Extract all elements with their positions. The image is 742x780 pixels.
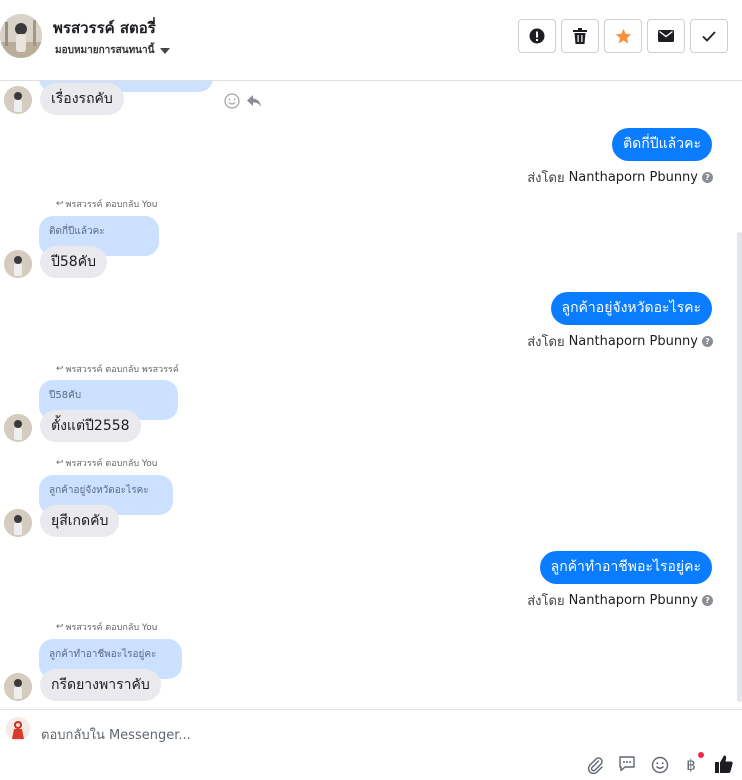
sent-by-label: ส่งโดย (527, 171, 565, 186)
payment-button[interactable]: ฿ (680, 752, 704, 776)
outgoing-message[interactable]: ลูกค้าอยู่จังหวัดอะไรคะ (550, 292, 712, 325)
incoming-message[interactable]: ปี58คับ (40, 246, 107, 278)
trash-icon (573, 28, 587, 44)
mark-unread-button[interactable] (647, 19, 685, 53)
smiley-icon (651, 756, 669, 774)
thumbs-up-icon (715, 755, 733, 773)
delete-button[interactable] (561, 19, 599, 53)
message-thread[interactable]: เรื่องรถคับ ติดกี่ปีแล้วคะ ส่งโดย Nantha… (0, 81, 737, 709)
conversation-header: พรสวรรค์ สตอรี่ มอบหมายการสนทนานี้ (0, 0, 742, 81)
chat-bubble-icon (619, 756, 635, 772)
outgoing-message[interactable]: ลูกค้าทำอาชีพอะไรอยู่คะ (539, 551, 712, 584)
reply-label: ↩ พรสวรรค์ ตอบกลับ You (56, 199, 158, 210)
reply-label: ↩ พรสวรรค์ ตอบกลับ You (56, 622, 158, 633)
reply-arrow-icon: ↩ (56, 364, 64, 374)
reply-arrow-icon: ↩ (56, 199, 64, 209)
star-button[interactable] (604, 19, 642, 53)
sender-name: Nanthaporn Pbunny (568, 170, 698, 185)
reply-icon[interactable] (246, 93, 262, 109)
sender-avatar[interactable] (4, 414, 32, 442)
sender-avatar[interactable] (4, 86, 32, 114)
sent-by-info: ส่งโดย Nanthaporn Pbunny ? (527, 331, 713, 352)
help-icon[interactable]: ? (702, 595, 713, 606)
contact-name[interactable]: พรสวรรค์ สตอรี่ (53, 16, 156, 40)
assign-label: มอบหมายการสนทนานี้ (55, 45, 155, 56)
help-icon[interactable]: ? (702, 172, 713, 183)
checkmark-icon (702, 30, 716, 42)
smiley-icon[interactable] (224, 93, 240, 109)
exclamation-icon (529, 28, 545, 44)
composer: ตอบกลับใน Messenger... ฿ (0, 709, 742, 780)
outgoing-message[interactable]: ติดกี่ปีแล้วคะ (612, 128, 712, 161)
baht-icon: ฿ (686, 756, 696, 774)
notification-dot (698, 752, 704, 758)
message-actions (224, 93, 262, 109)
emoji-button[interactable] (649, 754, 671, 776)
assign-conversation-dropdown[interactable]: มอบหมายการสนทนานี้ (55, 43, 171, 58)
sent-by-info: ส่งโดย Nanthaporn Pbunny ? (527, 167, 713, 188)
page-avatar (6, 717, 30, 741)
sent-by-label: ส่งโดย (527, 594, 565, 609)
incoming-message[interactable]: ตั้งแต่ปี2558 (40, 410, 141, 442)
contact-avatar[interactable] (0, 14, 42, 58)
reply-arrow-icon: ↩ (56, 622, 64, 632)
saved-replies-button[interactable] (616, 753, 638, 775)
caret-down-icon (160, 48, 171, 54)
sender-name: Nanthaporn Pbunny (568, 334, 698, 349)
attach-button[interactable] (584, 754, 606, 776)
reply-label: ↩ พรสวรรค์ ตอบกลับ You (56, 458, 158, 469)
star-icon (615, 28, 631, 44)
like-button[interactable] (713, 753, 735, 775)
reply-arrow-icon: ↩ (56, 458, 64, 468)
incoming-message[interactable]: ยุสีเกดคับ (40, 505, 120, 537)
report-button[interactable] (518, 19, 556, 53)
message-input[interactable]: ตอบกลับใน Messenger... (41, 724, 191, 745)
incoming-message[interactable]: เรื่องรถคับ (40, 83, 124, 115)
help-icon[interactable]: ? (702, 336, 713, 347)
sent-by-label: ส่งโดย (527, 335, 565, 350)
incoming-message[interactable]: กรีดยางพาราคับ (40, 669, 161, 701)
envelope-icon (658, 30, 674, 42)
paperclip-icon (587, 757, 603, 774)
sender-avatar[interactable] (4, 509, 32, 537)
sender-avatar[interactable] (4, 250, 32, 278)
mark-done-button[interactable] (690, 19, 728, 53)
sender-name: Nanthaporn Pbunny (568, 593, 698, 608)
sender-avatar[interactable] (4, 673, 32, 701)
sent-by-info: ส่งโดย Nanthaporn Pbunny ? (527, 590, 713, 611)
reply-label: ↩ พรสวรรค์ ตอบกลับ พรสวรรค์ (56, 364, 179, 375)
scrollbar[interactable] (737, 232, 742, 702)
